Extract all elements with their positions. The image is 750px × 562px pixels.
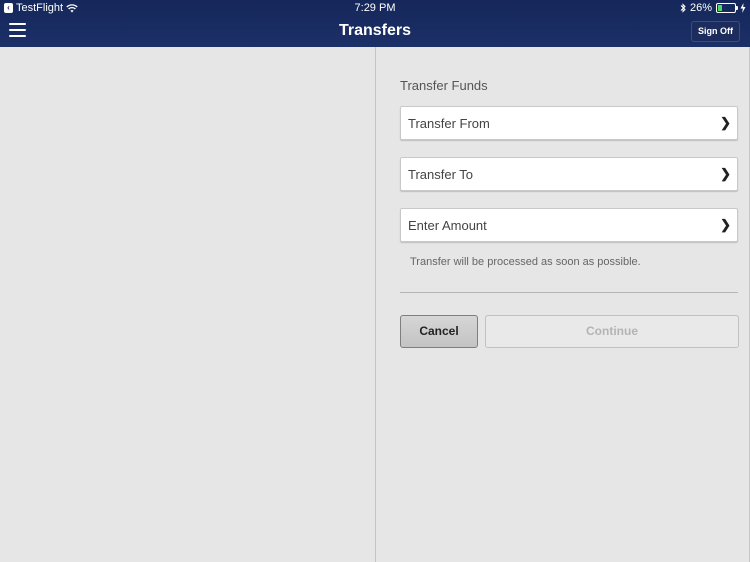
master-pane [0,47,376,562]
section-title: Transfer Funds [400,78,488,93]
hamburger-menu-icon[interactable] [9,23,26,37]
chevron-right-icon: ❯ [720,166,731,181]
continue-button[interactable]: Continue [485,315,739,348]
navigation-bar: ‹ TestFlight 7:29 PM 26% Transfers Sign … [0,0,750,47]
battery-icon [716,3,738,13]
processing-note: Transfer will be processed as soon as po… [410,256,641,268]
charging-bolt-icon [740,3,746,13]
sign-off-button[interactable]: Sign Off [691,21,740,42]
chevron-right-icon: ❯ [720,217,731,232]
transfer-from-row[interactable]: Transfer From ❯ [400,106,738,140]
transfer-form-pane: Transfer Funds Transfer From ❯ Transfer … [376,47,750,562]
bluetooth-icon [680,3,686,13]
page-title: Transfers [338,22,412,39]
transfer-to-label: Transfer To [408,167,474,182]
enter-amount-label: Enter Amount [408,218,487,233]
enter-amount-row[interactable]: Enter Amount ❯ [400,208,738,242]
divider [400,292,738,293]
clock: 7:29 PM [354,2,396,14]
cancel-button[interactable]: Cancel [400,315,478,348]
status-bar: ‹ TestFlight 7:29 PM 26% [0,0,750,16]
transfer-from-label: Transfer From [408,116,490,131]
battery-percent: 26% [689,2,712,14]
battery-level-fill [718,5,723,11]
chevron-right-icon: ❯ [720,115,731,130]
transfer-to-row[interactable]: Transfer To ❯ [400,157,738,191]
